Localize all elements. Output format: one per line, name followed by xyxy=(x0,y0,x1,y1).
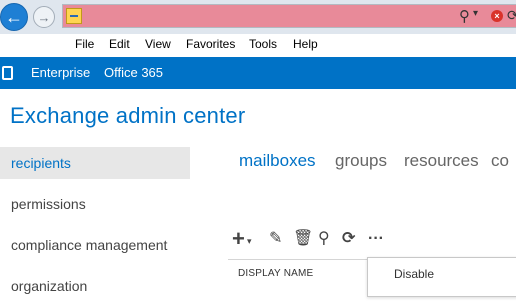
address-bar[interactable]: ⚲ ▾ × ⟳ xyxy=(62,4,516,28)
tab-contacts[interactable]: co xyxy=(491,151,509,171)
menu-bar: File Edit View Favorites Tools Help xyxy=(0,34,516,56)
more-icon[interactable]: ··· xyxy=(368,229,384,249)
menu-edit[interactable]: Edit xyxy=(109,37,130,51)
chevron-down-icon[interactable]: ▾ xyxy=(473,8,478,19)
search-icon[interactable]: ⚲ xyxy=(318,229,330,249)
chevron-down-icon[interactable]: ▾ xyxy=(247,231,252,251)
column-header-display-name[interactable]: DISPLAY NAME xyxy=(238,268,313,279)
delete-icon[interactable]: 🗑 xyxy=(293,229,313,249)
search-icon[interactable]: ⚲ xyxy=(459,7,470,25)
office-logo-icon[interactable] xyxy=(2,66,13,80)
tab-groups[interactable]: groups xyxy=(335,151,387,171)
refresh-icon[interactable]: ⟳ xyxy=(342,229,355,249)
menu-favorites[interactable]: Favorites xyxy=(186,37,235,51)
forward-arrow-icon[interactable]: → xyxy=(33,6,55,28)
browser-chrome: ← → ⚲ ▾ × ⟳ xyxy=(0,0,516,34)
refresh-icon[interactable]: ⟳ xyxy=(507,7,516,24)
add-icon[interactable]: + xyxy=(232,228,245,250)
nav-link-office-365[interactable]: Office 365 xyxy=(104,65,163,80)
leftnav-item-organization[interactable]: organization xyxy=(0,270,190,302)
stop-icon[interactable]: × xyxy=(491,10,503,22)
menu-view[interactable]: View xyxy=(145,37,171,51)
leftnav-item-permissions[interactable]: permissions xyxy=(0,188,190,220)
edit-icon[interactable]: ✎ xyxy=(269,229,282,249)
page-title: Exchange admin center xyxy=(10,103,246,128)
menu-help[interactable]: Help xyxy=(293,37,318,51)
leftnav-item-recipients[interactable]: recipients xyxy=(0,147,190,179)
menu-item-disable[interactable]: Disable xyxy=(394,267,434,281)
site-favicon-icon xyxy=(66,8,82,24)
context-menu: Disable xyxy=(367,257,516,297)
tab-resources[interactable]: resources xyxy=(404,151,479,171)
tab-mailboxes[interactable]: mailboxes xyxy=(239,151,316,171)
nav-link-enterprise[interactable]: Enterprise xyxy=(31,65,90,80)
grid-divider xyxy=(228,259,368,260)
menu-tools[interactable]: Tools xyxy=(249,37,277,51)
menu-file[interactable]: File xyxy=(75,37,94,51)
left-nav: recipients permissions compliance manage… xyxy=(0,147,190,294)
o365-nav-bar: Enterprise Office 365 xyxy=(0,57,516,89)
leftnav-item-compliance-management[interactable]: compliance management xyxy=(0,229,190,261)
back-arrow-icon[interactable]: ← xyxy=(0,3,28,31)
